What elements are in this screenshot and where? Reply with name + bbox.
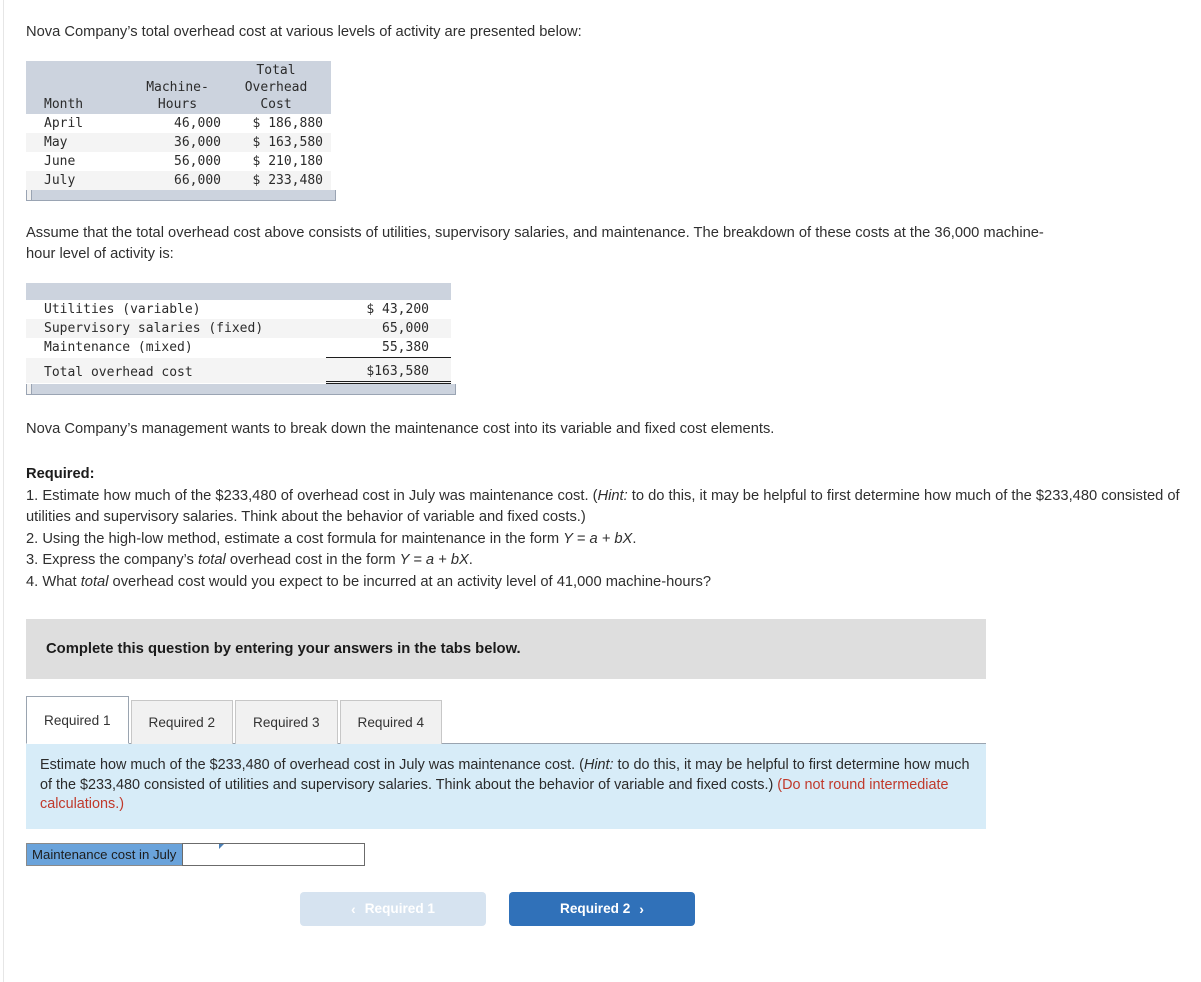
tab-required-4[interactable]: Required 4 — [339, 700, 443, 744]
cell-cost-amount: $ 43,200 — [326, 300, 451, 319]
scrollbar-thumb[interactable] — [27, 190, 32, 200]
header-spacer-left — [26, 283, 326, 300]
hint-word: Hint: — [583, 757, 614, 773]
maintenance-cost-input[interactable] — [182, 842, 366, 866]
table-header-band — [26, 283, 451, 300]
header-mh-l2: Machine- — [146, 80, 209, 95]
cell-cost-label: Utilities (variable) — [26, 300, 326, 319]
required-title: Required: — [26, 466, 95, 482]
page-left-rule — [3, 0, 4, 982]
cell-machine-hours: 56,000 — [134, 152, 229, 171]
req3-text-c: . — [468, 552, 473, 568]
tab-required-2[interactable]: Required 2 — [130, 700, 234, 744]
question-content: Nova Company’s total overhead cost at va… — [26, 0, 1186, 926]
required-item-4: 4. What total overhead cost would you ex… — [26, 572, 1186, 594]
header-toc-l3: Cost — [260, 97, 292, 112]
overhead-cost-table-block: Month Machine- Hours Total Overhead Cost Ap… — [26, 61, 1186, 201]
next-required-button[interactable]: Required 2 › — [509, 891, 695, 926]
header-total-overhead-cell: Total Overhead Cost — [229, 61, 331, 114]
req4-text-b: overhead cost would you expect to be inc… — [108, 573, 712, 590]
table-header-row: Month Machine- Hours Total Overhead Cost — [26, 61, 331, 114]
cell-machine-hours: 46,000 — [134, 114, 229, 133]
table-row: May 36,000 $ 163,580 — [26, 133, 331, 152]
table-total-row: Total overhead cost $163,580 — [26, 357, 451, 384]
header-toc-l2: Overhead — [244, 80, 308, 95]
req1-text-a: 1. Estimate how much of the $233,480 of … — [26, 487, 598, 504]
cell-cost-amount: 55,380 — [326, 338, 451, 358]
req3-total-word: total — [197, 552, 226, 568]
cost-breakdown-table-block: Utilities (variable) $ 43,200 Supervisor… — [26, 283, 1186, 395]
table-row: Supervisory salaries (fixed) 65,000 — [26, 319, 451, 338]
navigation-buttons: ‹ Required 1 Required 2 › — [26, 891, 1186, 926]
requirement-tabs: Required 1 Required 2 Required 3 Require… — [26, 695, 986, 744]
cell-cost-amount: 65,000 — [326, 319, 451, 338]
header-toc-l1: Total — [256, 63, 296, 78]
header-month-cell: Month — [26, 61, 134, 114]
req2-text-a: 2. Using the high-low method, estimate a… — [26, 530, 564, 547]
tab-required-3[interactable]: Required 3 — [235, 700, 338, 744]
cell-total-overhead: $ 233,480 — [229, 171, 331, 190]
cell-machine-hours: 36,000 — [134, 133, 229, 152]
prev-required-label: Required 1 — [364, 901, 435, 916]
required-item-3: 3. Express the company’s total overhead … — [26, 550, 1186, 572]
req3-formula: Y = a + bX — [399, 552, 469, 568]
table-row: June 56,000 $ 210,180 — [26, 152, 331, 171]
answer-caret-icon — [219, 843, 224, 849]
chevron-right-icon: › — [639, 900, 644, 917]
req2-formula: Y = a + bX — [563, 530, 633, 547]
required-block: Required: 1. Estimate how much of the $2… — [26, 464, 1186, 593]
table-row: Maintenance (mixed) 55,380 — [26, 338, 451, 358]
scrollbar-thumb[interactable] — [27, 384, 32, 394]
header-month-l3: Month — [44, 97, 84, 112]
req1-hint-word: Hint: — [597, 487, 628, 504]
instruction-banner: Complete this question by entering your … — [26, 619, 986, 679]
cell-total-label: Total overhead cost — [26, 357, 326, 383]
req4-text-a: 4. What — [26, 573, 81, 590]
cell-cost-label: Maintenance (mixed) — [26, 338, 326, 358]
assume-paragraph: Assume that the total overhead cost abov… — [26, 225, 1044, 262]
chevron-left-icon: ‹ — [351, 900, 356, 917]
table-horizontal-scrollbar[interactable] — [26, 384, 456, 395]
req4-total-word: total — [80, 573, 109, 590]
answer-row: Maintenance cost in July — [26, 842, 366, 866]
overhead-cost-table: Month Machine- Hours Total Overhead Cost Ap… — [26, 61, 331, 190]
cell-month: May — [26, 133, 134, 152]
table-horizontal-scrollbar[interactable] — [26, 190, 336, 201]
cost-breakdown-table: Utilities (variable) $ 43,200 Supervisor… — [26, 283, 451, 384]
instruction-banner-text: Complete this question by entering your … — [46, 641, 521, 657]
req2-text-b: . — [632, 530, 637, 547]
header-spacer-right — [326, 283, 451, 300]
intro-paragraph: Nova Company’s total overhead cost at va… — [26, 24, 582, 40]
next-required-label: Required 2 — [560, 901, 631, 916]
cell-total-overhead: $ 163,580 — [229, 133, 331, 152]
cell-month: April — [26, 114, 134, 133]
req3-text-b: overhead cost in the form — [225, 552, 400, 568]
table-row: July 66,000 $ 233,480 — [26, 171, 331, 190]
required-item-1: 1. Estimate how much of the $233,480 of … — [26, 486, 1186, 529]
cell-month: July — [26, 171, 134, 190]
hint-text-a: Estimate how much of the $233,480 of ove… — [40, 757, 584, 773]
table-row: Utilities (variable) $ 43,200 — [26, 300, 451, 319]
cell-total-overhead: $ 186,880 — [229, 114, 331, 133]
cell-cost-label: Supervisory salaries (fixed) — [26, 319, 326, 338]
req3-text-a: 3. Express the company’s — [26, 552, 198, 568]
cell-month: June — [26, 152, 134, 171]
table-row: April 46,000 $ 186,880 — [26, 114, 331, 133]
management-paragraph: Nova Company’s management wants to break… — [26, 421, 775, 437]
prev-required-button[interactable]: ‹ Required 1 — [300, 891, 486, 926]
cell-total-overhead: $ 210,180 — [229, 152, 331, 171]
required-item-2: 2. Using the high-low method, estimate a… — [26, 529, 1186, 551]
cell-total-amount: $163,580 — [326, 357, 451, 384]
tab-required-1[interactable]: Required 1 — [26, 696, 129, 744]
answer-label: Maintenance cost in July — [27, 843, 183, 865]
header-mh-l3: Hours — [157, 97, 198, 112]
cell-machine-hours: 66,000 — [134, 171, 229, 190]
header-machine-hours-cell: Machine- Hours — [134, 61, 229, 114]
tab-panel-required-1: Estimate how much of the $233,480 of ove… — [26, 744, 986, 829]
